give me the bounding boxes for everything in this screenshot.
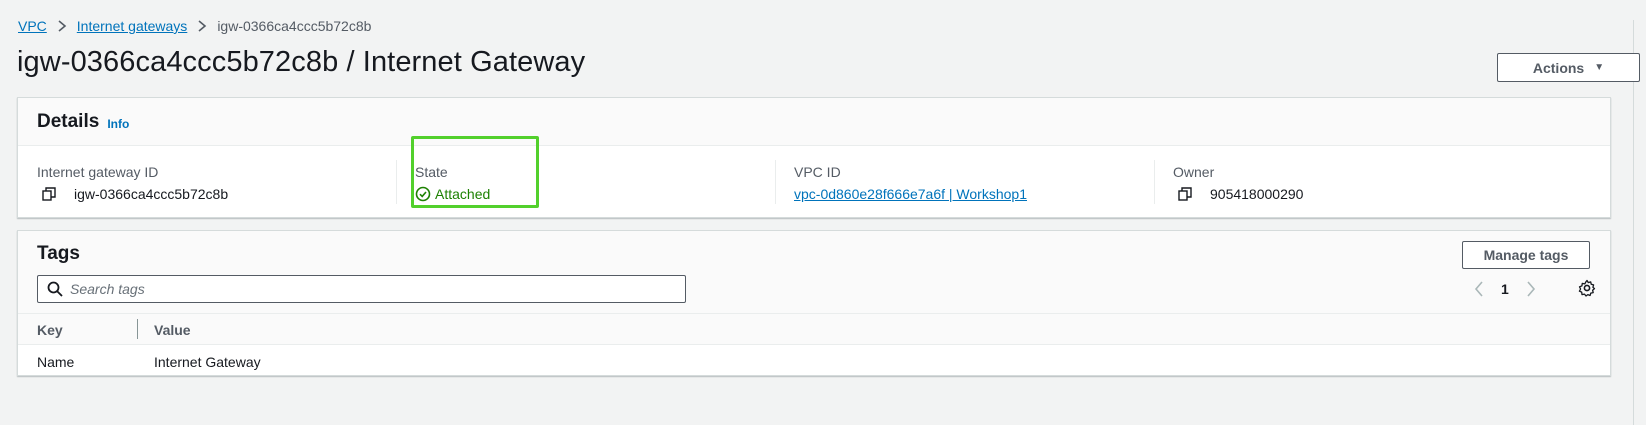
state-label: State [415,164,448,180]
search-tags-input[interactable] [70,281,650,297]
tag-key-cell: Name [37,354,75,370]
caret-down-icon: ▼ [1594,62,1605,73]
tags-table-header: Key Value [18,313,1610,345]
chevron-right-icon [187,20,217,32]
tags-header: Tags Manage tags 1 [18,231,1610,313]
info-link[interactable]: Info [107,117,129,131]
chevron-right-icon [47,20,77,32]
breadcrumb-vpc[interactable]: VPC [18,18,47,34]
tags-title: Tags [37,243,80,264]
vpc-id-label: VPC ID [794,164,841,180]
copy-icon[interactable] [42,187,56,201]
actions-button-label: Actions [1532,59,1585,76]
pagination: 1 [1473,277,1537,301]
column-divider [1154,160,1155,204]
state-value: Attached [435,186,491,202]
column-divider [396,160,397,204]
details-title: Details [37,110,100,132]
page-title: igw-0366ca4ccc5b72c8b / Internet Gateway [17,46,586,78]
details-panel: Details Info Internet gateway ID igw-036… [17,97,1611,218]
details-header: Details Info [18,98,1610,146]
search-icon [47,281,63,297]
previous-page-icon[interactable] [1473,281,1485,297]
column-header-key[interactable]: Key [37,322,63,338]
search-tags-field[interactable] [37,275,686,303]
state-value-row: Attached [415,186,490,202]
breadcrumb: VPC Internet gateways igw-0366ca4ccc5b72… [18,16,371,36]
page-number[interactable]: 1 [1501,281,1509,297]
igw-id-label: Internet gateway ID [37,164,159,180]
table-row: Name Internet Gateway [18,345,1610,377]
tags-panel: Tags Manage tags 1 Key Value Nam [17,230,1611,376]
copy-icon[interactable] [1178,187,1192,201]
tag-value-cell: Internet Gateway [154,354,261,370]
gear-icon[interactable] [1578,279,1596,297]
vpc-id-value-row: vpc-0d860e28f666e7a6f | Workshop1 [794,186,1027,202]
actions-button[interactable]: Actions ▼ [1497,53,1640,82]
igw-id-value-row: igw-0366ca4ccc5b72c8b [37,186,228,202]
details-grid: Internet gateway ID igw-0366ca4ccc5b72c8… [18,146,1610,218]
breadcrumb-internet-gateways[interactable]: Internet gateways [77,18,188,34]
vpc-id-link[interactable]: vpc-0d860e28f666e7a6f | Workshop1 [794,186,1027,202]
manage-tags-button[interactable]: Manage tags [1462,241,1590,269]
owner-value: 905418000290 [1210,186,1304,202]
breadcrumb-current: igw-0366ca4ccc5b72c8b [217,18,372,34]
owner-value-row: 905418000290 [1173,186,1303,202]
check-circle-icon [415,186,431,202]
column-header-value[interactable]: Value [154,322,191,338]
owner-label: Owner [1173,164,1215,180]
igw-id-value: igw-0366ca4ccc5b72c8b [74,186,229,202]
column-divider [775,160,776,204]
column-resizer[interactable] [137,319,138,339]
next-page-icon[interactable] [1525,281,1537,297]
